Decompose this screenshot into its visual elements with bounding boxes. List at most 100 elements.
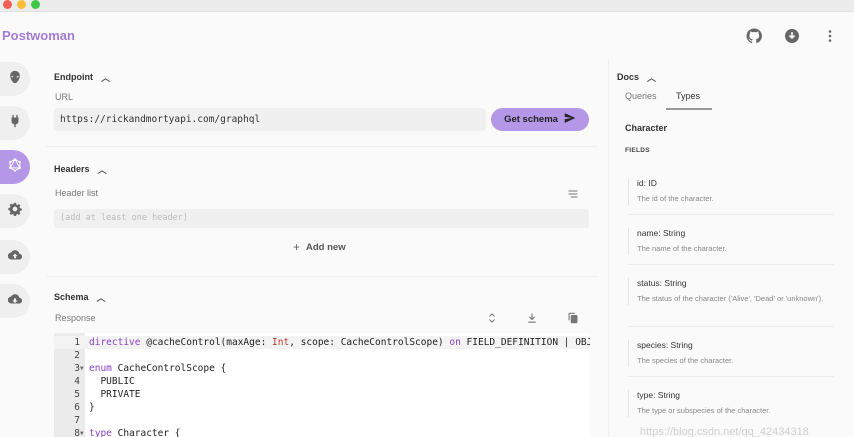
line-number: 5 bbox=[74, 389, 80, 400]
line-number: 8 bbox=[74, 428, 80, 437]
add-header-button[interactable]: + Add new bbox=[293, 240, 346, 254]
sidebar-item-graphql[interactable] bbox=[0, 150, 30, 184]
tab-queries[interactable]: Queries bbox=[625, 91, 657, 101]
active-tab-indicator bbox=[666, 108, 712, 110]
get-schema-label: Get schema bbox=[504, 114, 558, 125]
window-close-button[interactable] bbox=[3, 0, 12, 9]
cloud-upload-icon bbox=[7, 248, 23, 267]
line-number: 2 bbox=[74, 350, 80, 361]
cloud-download-icon bbox=[7, 292, 23, 311]
endpoint-section-header[interactable]: Endpoint ︿ bbox=[54, 70, 111, 84]
sidebar-item-export[interactable] bbox=[0, 284, 30, 318]
window-maximize-button[interactable] bbox=[31, 0, 40, 9]
schema-title: Schema bbox=[54, 291, 89, 302]
sidebar-item-settings[interactable] bbox=[0, 194, 30, 228]
sidebar-item-home[interactable] bbox=[0, 62, 30, 96]
copy-icon[interactable] bbox=[566, 311, 580, 325]
code-line: 4 PUBLIC bbox=[54, 375, 590, 388]
header-input[interactable]: (add at least one header) bbox=[54, 209, 589, 228]
field-divider bbox=[628, 326, 834, 327]
doc-field-name: species: String bbox=[637, 340, 693, 350]
doc-field: id: ID The id of the character. bbox=[628, 178, 828, 205]
line-number: 1 bbox=[74, 337, 80, 348]
code-line: 7 bbox=[54, 414, 590, 427]
code-line: 2 bbox=[54, 349, 590, 362]
expand-collapse-icon[interactable] bbox=[485, 311, 499, 325]
line-number: 6 bbox=[74, 402, 80, 413]
code-line: 6} bbox=[54, 401, 590, 414]
doc-field: status: String The status of the charact… bbox=[628, 278, 828, 305]
watermark: https://blog.csdn.net/qq_42434318 bbox=[640, 426, 809, 437]
plug-icon bbox=[8, 114, 22, 133]
code-line: 8 ▼ type Character { bbox=[54, 427, 590, 437]
response-label: Response bbox=[55, 313, 96, 323]
chevron-up-icon: ︿ bbox=[96, 293, 106, 303]
doc-field-desc: The status of the character ('Alive', 'D… bbox=[637, 294, 824, 303]
window-minimize-button[interactable] bbox=[17, 0, 26, 9]
bulk-edit-icon[interactable] bbox=[566, 187, 580, 201]
doc-field-desc: The type or subspecies of the character. bbox=[637, 406, 771, 415]
doc-field-desc: The name of the character. bbox=[637, 244, 727, 253]
code-line: 1 directive @cacheControl(maxAge: Int, sc… bbox=[54, 336, 590, 349]
fold-arrow-icon[interactable]: ▼ bbox=[80, 362, 84, 375]
doc-field-name: id: ID bbox=[637, 178, 657, 188]
tab-types[interactable]: Types bbox=[676, 91, 700, 101]
section-divider bbox=[46, 146, 598, 147]
chevron-up-icon: ︿ bbox=[101, 73, 111, 83]
sidebar-item-realtime[interactable] bbox=[0, 106, 30, 140]
code-line: 3 ▼ enum CacheControlScope { bbox=[54, 362, 590, 375]
alien-icon bbox=[8, 70, 22, 89]
gear-icon bbox=[8, 202, 22, 221]
code-text: PUBLIC bbox=[89, 376, 135, 387]
endpoint-title: Endpoint bbox=[54, 71, 93, 82]
get-schema-button[interactable]: Get schema bbox=[491, 108, 589, 131]
url-label: URL bbox=[55, 92, 74, 102]
doc-field: type: String The type or subspecies of t… bbox=[628, 390, 828, 417]
doc-field: name: String The name of the character. bbox=[628, 228, 828, 255]
line-number: 4 bbox=[74, 376, 80, 387]
field-divider bbox=[628, 214, 834, 215]
chevron-up-icon: ︿ bbox=[647, 73, 657, 83]
docs-title: Docs bbox=[617, 71, 640, 82]
code-line: 5 PRIVATE bbox=[54, 388, 590, 401]
chevron-up-icon: ︿ bbox=[97, 165, 107, 175]
fold-arrow-icon[interactable]: ▼ bbox=[80, 427, 84, 437]
doc-field-name: type: String bbox=[637, 390, 680, 400]
header-list-label: Header list bbox=[55, 188, 99, 198]
schema-section-header[interactable]: Schema ︿ bbox=[54, 290, 106, 304]
url-input[interactable]: https://rickandmortyapi.com/graphql bbox=[54, 108, 486, 131]
field-divider bbox=[628, 376, 834, 377]
doc-field: species: String The species of the chara… bbox=[628, 340, 828, 367]
docs-section-header[interactable]: Docs ︿ bbox=[617, 70, 657, 84]
code-text: PRIVATE bbox=[89, 389, 141, 400]
code-text: enum CacheControlScope { bbox=[89, 363, 227, 374]
download-schema-icon[interactable] bbox=[525, 311, 539, 325]
headers-section-header[interactable]: Headers ︿ bbox=[54, 162, 107, 176]
doc-type-name: Character bbox=[625, 123, 668, 133]
send-icon bbox=[564, 112, 576, 127]
doc-field-name: name: String bbox=[637, 228, 686, 238]
window-titlebar bbox=[0, 0, 854, 12]
headers-title: Headers bbox=[54, 163, 90, 174]
line-number: 7 bbox=[74, 415, 80, 426]
field-divider bbox=[628, 264, 834, 265]
more-vertical-icon[interactable] bbox=[821, 27, 839, 45]
app-logo[interactable]: Postwoman bbox=[2, 28, 75, 43]
doc-fields-label: FIELDS bbox=[625, 147, 650, 154]
doc-field-desc: The id of the character. bbox=[637, 194, 714, 203]
github-icon[interactable] bbox=[745, 27, 763, 45]
sidebar-item-import[interactable] bbox=[0, 240, 30, 274]
doc-field-desc: The species of the character. bbox=[637, 356, 734, 365]
add-new-label: Add new bbox=[306, 241, 346, 253]
line-number: 3 bbox=[74, 363, 80, 374]
plus-icon: + bbox=[293, 240, 301, 254]
graphql-icon bbox=[8, 157, 22, 177]
app-header: Postwoman bbox=[0, 12, 854, 60]
doc-field-name: status: String bbox=[637, 278, 687, 288]
section-divider bbox=[46, 276, 598, 277]
download-icon[interactable] bbox=[783, 27, 801, 45]
code-text: directive @cacheControl(maxAge: Int, sco… bbox=[89, 337, 590, 348]
code-text: } bbox=[89, 402, 95, 413]
schema-code-editor[interactable]: 1 directive @cacheControl(maxAge: Int, sc… bbox=[54, 333, 590, 437]
code-text: type Character { bbox=[89, 428, 181, 437]
